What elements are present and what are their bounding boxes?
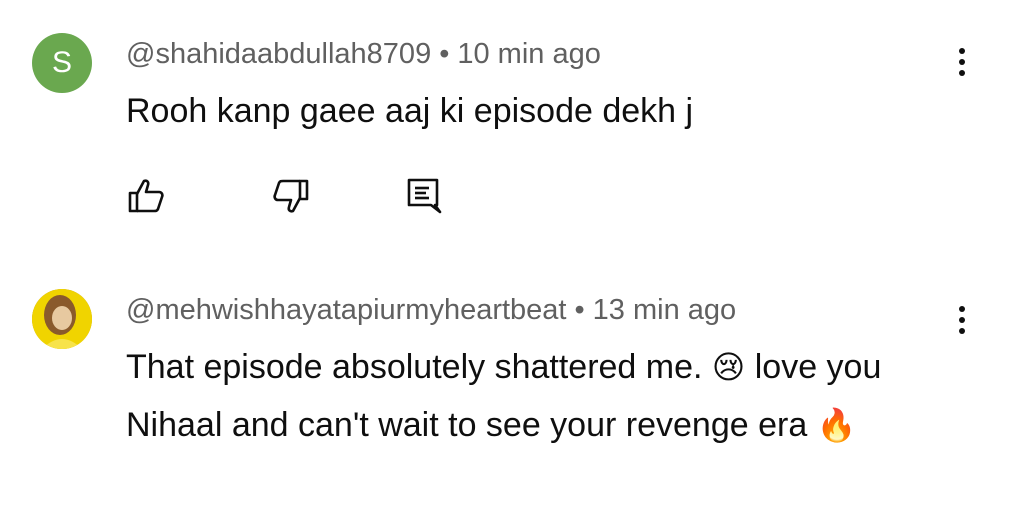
comment-author-handle[interactable]: @mehwishhayatapiurmyheartbeat (126, 294, 567, 326)
thumbs-up-icon (128, 179, 164, 213)
more-vert-icon-dot (959, 48, 965, 54)
comment-menu-button[interactable] (948, 40, 976, 84)
thumbs-down-icon (273, 179, 309, 213)
comment-item: S @shahidaabdullah8709 • 10 min ago Rooh k… (0, 0, 1024, 250)
more-vert-icon-dot (959, 70, 965, 76)
more-vert-icon-dot (959, 317, 965, 323)
comment-text: That episode absolutely shattered me. 😢 … (126, 338, 936, 454)
comment-meta: @shahidaabdullah8709 • 10 min ago (126, 38, 601, 71)
dislike-button[interactable] (271, 176, 311, 216)
avatar-letter: S (51, 46, 72, 79)
comment-text: Rooh kanp gaee aaj ki episode dekh j (126, 92, 694, 130)
reply-comment-icon (407, 178, 442, 214)
avatar[interactable]: S (32, 33, 92, 93)
comment-text-part: That episode absolutely shattered me. (126, 348, 703, 386)
comment-menu-button[interactable] (948, 298, 976, 342)
comment-meta: @mehwishhayatapiurmyheartbeat • 13 min ago (126, 294, 736, 327)
reply-button[interactable] (403, 176, 443, 216)
more-vert-icon-dot (959, 59, 965, 65)
avatar-photo-icon (32, 289, 92, 349)
comment-author-handle[interactable]: @shahidaabdullah8709 (126, 38, 431, 70)
comment-timestamp[interactable]: 10 min ago (457, 38, 601, 70)
crying-face-emoji: 😢 (711, 348, 746, 386)
fire-emoji: 🔥 (816, 406, 857, 444)
more-vert-icon-dot (959, 306, 965, 312)
avatar[interactable] (32, 289, 92, 349)
more-vert-icon-dot (959, 328, 965, 334)
meta-separator: • (574, 294, 585, 326)
meta-separator: • (439, 38, 450, 70)
like-button[interactable] (126, 176, 166, 216)
comment-item: @mehwishhayatapiurmyheartbeat • 13 min ago… (0, 250, 1024, 529)
comment-timestamp[interactable]: 13 min ago (593, 294, 737, 326)
